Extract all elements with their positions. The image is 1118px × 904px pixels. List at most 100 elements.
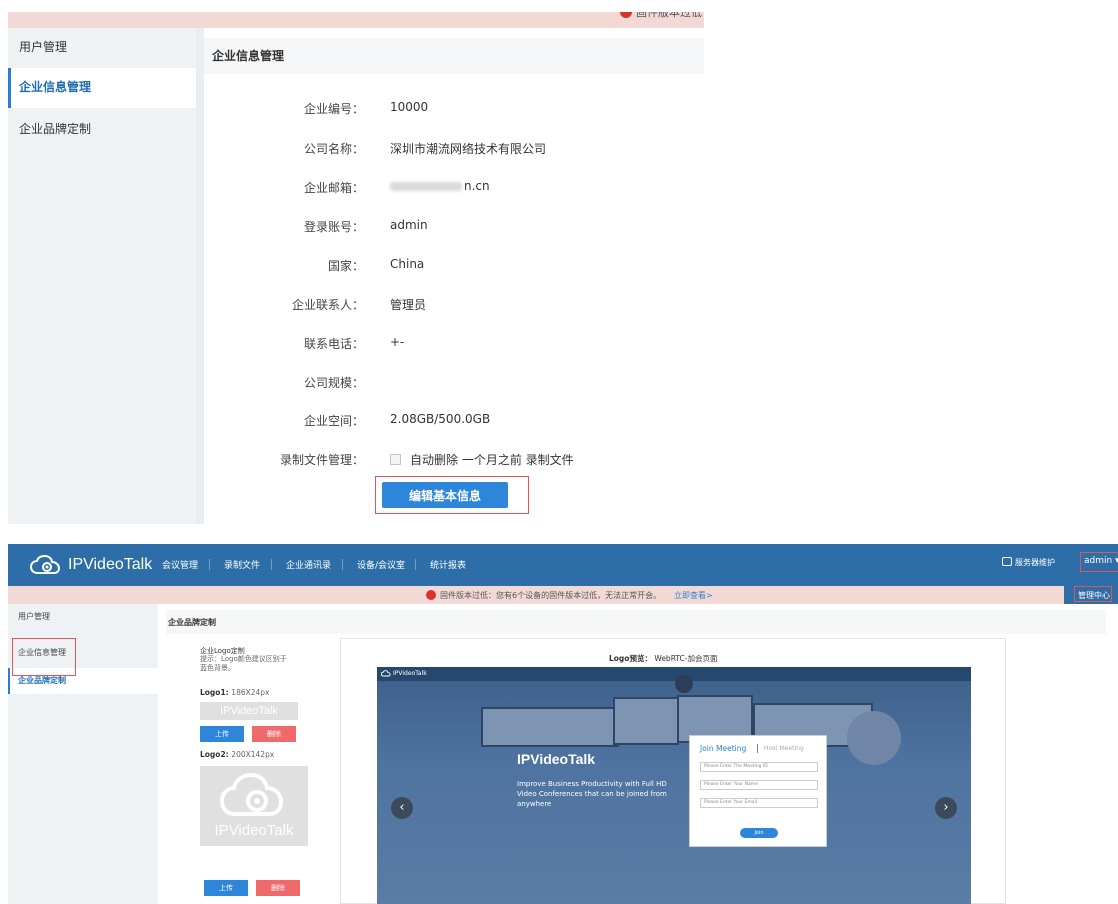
highlight-frame (1074, 586, 1112, 602)
main-panel: 企业信息管理 企业编号： 10000 公司名称： 深圳市潮流网络技术有限公司 企… (204, 28, 704, 524)
auto-delete-checkbox[interactable] (390, 454, 401, 465)
highlight-frame: admin ▾ (1080, 552, 1118, 572)
server-maintenance-link[interactable]: 服务器维护 (1002, 557, 1055, 568)
sidebar-item-enterprise-info[interactable]: 企业信息管理 (8, 68, 196, 108)
sidebar: 用户管理 企业信息管理 企业品牌定制 (8, 28, 196, 524)
firmware-warning-banner: 固件版本过低：您有6个设备的固件版本过低，无法正常开会。 立即查看> (8, 586, 1064, 604)
preview-title: Logo预览： WebRTC-加会页面 (609, 653, 717, 664)
field-value-phone: +- (390, 335, 405, 349)
field-label-id: 企业编号： (303, 102, 364, 116)
logo2-delete-button[interactable]: 删除 (256, 880, 300, 896)
host-meeting-tab[interactable]: Host Meeting (764, 745, 804, 752)
field-label-country: 国家： (327, 259, 364, 273)
brand-customization-screenshot: IPVideoTalk 会议管理 录制文件 企业通讯录 设备/会议室 统计报表 … (8, 544, 1118, 904)
logo1-label: Logo1: 186X24px (200, 688, 270, 697)
field-label-company: 公司名称： (303, 142, 364, 156)
nav-meeting-management[interactable]: 会议管理 (162, 558, 198, 571)
warning-icon (620, 12, 632, 18)
logo1-preview: IPVideoTalk (200, 702, 298, 720)
field-value-email: n.cn (464, 179, 490, 193)
firmware-warning-banner: 固件版本过低 (8, 12, 704, 28)
logo2-size: 200X142px (231, 750, 275, 759)
section-header: 企业信息管理 (204, 38, 704, 74)
sidebar-item-user-management[interactable]: 用户管理 (8, 604, 158, 630)
pie-chart-on-screen (847, 711, 901, 765)
logo2-label: Logo2: 200X142px (200, 750, 274, 759)
field-value-id: 10000 (390, 100, 429, 114)
preview-page: WebRTC-加会页面 (654, 654, 718, 663)
preview-title-text: IPVideoTalk (517, 751, 596, 767)
join-meeting-tab[interactable]: Join Meeting (700, 744, 746, 753)
nav-separator (415, 559, 416, 570)
nav-separator (342, 559, 343, 570)
logo2-upload-button[interactable]: 上传 (204, 880, 248, 896)
brand-name: IPVideoTalk (68, 556, 153, 573)
sidebar-item-user-management[interactable]: 用户管理 (8, 28, 196, 68)
field-label-account: 登录账号： (303, 220, 364, 234)
banner-text: 固件版本过低 (636, 12, 702, 19)
preview-header-bar: IPVideoTalk (377, 667, 971, 681)
server-icon (1002, 557, 1012, 566)
cloud-logo-icon (219, 772, 284, 816)
section-header: 企业品牌定制 (166, 610, 1106, 634)
field-label-recording: 录制文件管理： (279, 453, 364, 467)
sidebar-item-brand-customization[interactable]: 企业品牌定制 (8, 110, 196, 150)
carousel-prev-icon[interactable]: ‹ (391, 797, 413, 819)
ceiling-camera (675, 675, 693, 693)
highlight-frame (12, 638, 76, 676)
carousel-next-icon[interactable]: › (935, 797, 957, 819)
field-value-email-row: n.cn (390, 179, 490, 193)
logo1-upload-button[interactable]: 上传 (200, 726, 244, 742)
field-value-country: China (390, 257, 425, 271)
logo2-preview: IPVideoTalk (200, 766, 308, 846)
join-meeting-card: Join Meeting Host Meeting Please Enter T… (689, 735, 827, 847)
logo2-label-text: Logo2: (200, 750, 229, 759)
field-label-contact: 企业联系人： (291, 298, 364, 312)
nav-devices-rooms[interactable]: 设备/会议室 (357, 558, 405, 571)
nav-enterprise-directory[interactable]: 企业通讯录 (286, 558, 331, 571)
field-label-email: 企业邮箱： (303, 181, 364, 195)
field-label-storage: 企业空间： (303, 414, 364, 428)
cloud-logo-icon (30, 555, 61, 574)
meeting-id-input[interactable]: Please Enter The Meeting ID (700, 762, 818, 772)
banner-text: 固件版本过低：您有6个设备的固件版本过低，无法正常开会。 (440, 591, 662, 600)
section-title: 企业信息管理 (212, 49, 285, 63)
logo1-delete-button[interactable]: 删除 (252, 726, 296, 742)
logo1-label-text: Logo1: (200, 688, 229, 697)
recording-option: 自动删除 一个月之前 录制文件 (390, 451, 574, 468)
name-input[interactable]: Please Enter Your Name (700, 780, 818, 790)
field-label-scale: 公司规模： (303, 376, 364, 390)
logo-preview-panel: Logo预览： WebRTC-加会页面 IPVideoTalk IPVideoT… (340, 638, 1006, 904)
nav-separator (209, 559, 210, 570)
auto-delete-label: 自动删除 一个月之前 录制文件 (410, 453, 574, 467)
email-input[interactable]: Please Enter Your Email (700, 798, 818, 808)
highlight-frame: 编辑基本信息 (375, 476, 529, 514)
admin-menu[interactable]: admin ▾ (1084, 556, 1118, 566)
edit-basic-info-button[interactable]: 编辑基本信息 (382, 482, 508, 508)
top-nav-bar: IPVideoTalk 会议管理 录制文件 企业通讯录 设备/会议室 统计报表 … (8, 544, 1118, 586)
main-panel: 企业品牌定制 企业Logo定制 提示：Logo颜色建议区别于蓝色背景。 Logo… (158, 604, 1118, 904)
logo1-size: 186X24px (231, 688, 270, 697)
field-value-account: admin (390, 218, 428, 232)
nav-statistics[interactable]: 统计报表 (430, 558, 466, 571)
meeting-room-screen (613, 697, 679, 745)
field-label-phone: 联系电话： (303, 337, 364, 351)
warning-icon (426, 590, 436, 600)
tab-separator (757, 744, 758, 753)
enterprise-info-screenshot: 固件版本过低 用户管理 企业信息管理 企业品牌定制 企业信息管理 企业编号： 1… (8, 12, 704, 524)
logo-tip: 提示：Logo颜色建议区别于蓝色背景。 (200, 655, 287, 672)
sidebar-divider (196, 28, 204, 524)
preview-brand: IPVideoTalk (393, 670, 427, 677)
join-button[interactable]: Join (740, 828, 778, 838)
field-value-company: 深圳市潮流网络技术有限公司 (390, 142, 547, 156)
field-value-storage: 2.08GB/500.0GB (390, 412, 491, 426)
logo2-preview-text: IPVideoTalk (214, 822, 294, 839)
nav-separator (271, 559, 272, 570)
server-maintenance-label: 服务器维护 (1015, 558, 1055, 567)
section-title: 企业品牌定制 (168, 618, 216, 627)
webrtc-join-page-preview: IPVideoTalk IPVideoTalk Improve Business… (377, 667, 971, 904)
preview-label: Logo预览： (609, 654, 652, 663)
logo1-preview-text: IPVideoTalk (220, 705, 278, 717)
view-now-link[interactable]: 立即查看> (674, 590, 713, 601)
nav-recording-files[interactable]: 录制文件 (224, 558, 260, 571)
